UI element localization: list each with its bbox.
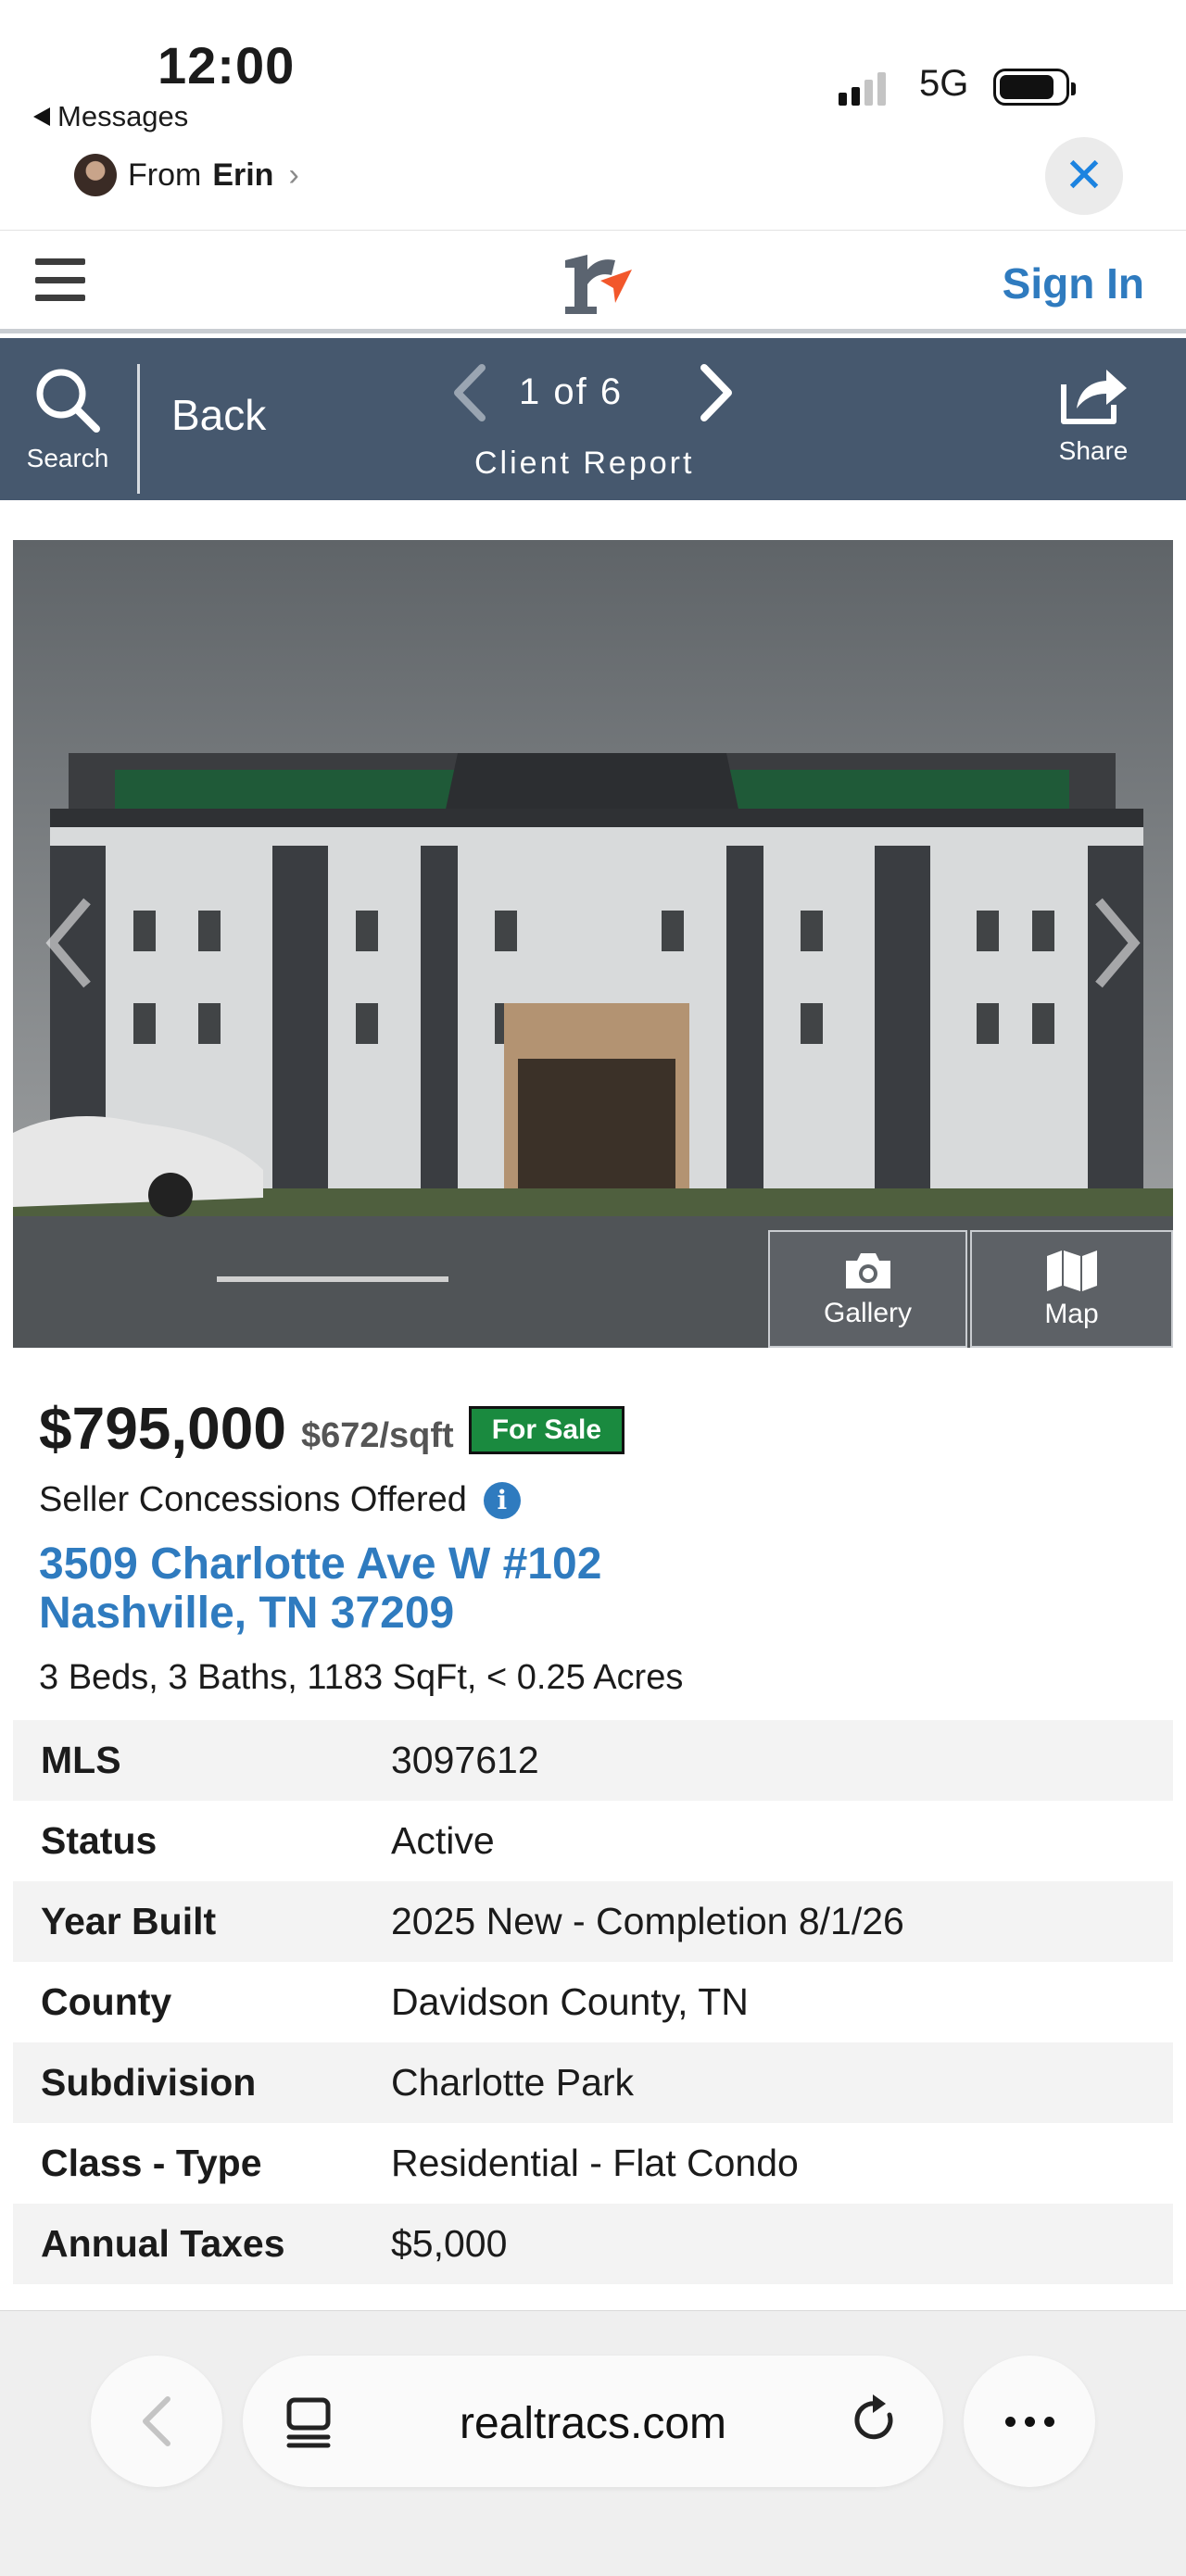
report-toolbar: Search Back 1 of 6 Client Report Share xyxy=(0,338,1186,500)
browser-toolbar: realtracs.com xyxy=(0,2310,1186,2576)
listing-photo[interactable]: Gallery Map xyxy=(13,540,1173,1348)
clock: 12:00 xyxy=(158,36,296,94)
next-arrow-icon[interactable] xyxy=(688,360,743,425)
map-label: Map xyxy=(1044,1298,1099,1329)
concessions-text: Seller Concessions Offered xyxy=(39,1480,467,1519)
detail-label: Subdivision xyxy=(41,2061,257,2104)
menu-icon[interactable] xyxy=(35,258,85,301)
table-row: Year Built 2025 New - Completion 8/1/26 xyxy=(13,1881,1173,1962)
url-text: realtracs.com xyxy=(459,2399,727,2448)
chevron-right-icon: › xyxy=(288,157,299,193)
detail-value: Davidson County, TN xyxy=(391,1980,749,2023)
search-icon xyxy=(36,369,100,433)
table-row: Class - Type Residential - Flat Condo xyxy=(13,2123,1173,2204)
photo-next-icon[interactable] xyxy=(1082,892,1147,994)
listing-address-link[interactable]: 3509 Charlotte Ave W #102 Nashville, TN … xyxy=(39,1539,601,1638)
map-button[interactable]: Map xyxy=(970,1230,1173,1348)
table-row: Annual Taxes $5,000 xyxy=(13,2204,1173,2284)
detail-value: Charlotte Park xyxy=(391,2061,635,2104)
close-button[interactable]: ✕ xyxy=(1045,137,1123,215)
detail-value: 2025 New - Completion 8/1/26 xyxy=(391,1900,904,1942)
detail-label: Status xyxy=(41,1819,158,1862)
chevron-left-icon xyxy=(143,2396,170,2446)
detail-value: Active xyxy=(391,1819,495,1862)
status-bar: 12:00 Messages From Erin › 5G ✕ xyxy=(0,0,1186,232)
from-prefix: From xyxy=(128,157,202,193)
search-button[interactable]: Search xyxy=(0,338,135,500)
detail-label: Class - Type xyxy=(41,2142,262,2184)
more-icon xyxy=(1004,2416,1016,2427)
avatar xyxy=(74,154,117,196)
sign-in-link[interactable]: Sign In xyxy=(1003,258,1144,308)
detail-value: 3097612 xyxy=(391,1739,539,1781)
share-button[interactable]: Share xyxy=(1047,360,1140,466)
building-rendering-image xyxy=(13,540,1173,1348)
more-options-button[interactable] xyxy=(964,2356,1095,2487)
detail-label: Annual Taxes xyxy=(41,2222,285,2265)
divider xyxy=(137,364,140,494)
address-line-1: 3509 Charlotte Ave W #102 xyxy=(39,1539,602,1589)
detail-label: County xyxy=(41,1980,172,2023)
from-name: Erin xyxy=(212,157,274,193)
previous-arrow-icon[interactable] xyxy=(443,360,498,425)
battery-icon xyxy=(993,69,1076,106)
listing-facts: 3 Beds, 3 Baths, 1183 SqFt, < 0.25 Acres xyxy=(39,1658,684,1697)
page-counter: 1 of 6 xyxy=(519,371,624,412)
table-row: MLS 3097612 xyxy=(13,1720,1173,1801)
shared-from-link[interactable]: From Erin › xyxy=(74,154,299,196)
info-icon[interactable]: i xyxy=(483,1481,521,1519)
search-label: Search xyxy=(26,443,109,472)
realtracs-logo[interactable] xyxy=(560,249,634,316)
address-line-2: Nashville, TN 37209 xyxy=(39,1589,455,1638)
gallery-button[interactable]: Gallery xyxy=(768,1230,967,1348)
detail-label: Year Built xyxy=(41,1900,217,1942)
cellular-signal-icon xyxy=(839,69,886,106)
back-triangle-icon xyxy=(33,107,50,126)
status-badge: For Sale xyxy=(468,1406,625,1454)
browser-back-button[interactable] xyxy=(91,2356,222,2487)
back-app-label: Messages xyxy=(57,100,189,132)
map-icon xyxy=(1046,1250,1097,1291)
price-row: $795,000 $672/sqft For Sale xyxy=(39,1399,625,1458)
seller-concessions: Seller Concessions Offered i xyxy=(39,1480,521,1520)
photo-previous-icon[interactable] xyxy=(39,892,104,994)
table-row: Status Active xyxy=(13,1801,1173,1881)
detail-label: MLS xyxy=(41,1739,121,1781)
share-icon xyxy=(1061,370,1127,424)
back-to-messages-link[interactable]: Messages xyxy=(33,100,188,133)
close-icon: ✕ xyxy=(1064,149,1104,203)
detail-value: Residential - Flat Condo xyxy=(391,2142,799,2184)
share-label: Share xyxy=(1058,436,1129,465)
table-row: County Davidson County, TN xyxy=(13,1962,1173,2042)
price-per-sqft: $672/sqft xyxy=(300,1416,454,1455)
back-button[interactable]: Back xyxy=(171,390,266,440)
details-table: MLS 3097612 Status Active Year Built 2025 N… xyxy=(13,1720,1173,2284)
address-bar[interactable]: realtracs.com xyxy=(243,2356,943,2487)
reload-icon[interactable] xyxy=(847,2393,902,2448)
network-type: 5G xyxy=(919,63,969,104)
site-header: Sign In xyxy=(0,230,1186,333)
detail-value: $5,000 xyxy=(391,2222,508,2265)
gallery-label: Gallery xyxy=(823,1297,913,1328)
listing-price: $795,000 xyxy=(39,1395,286,1462)
camera-icon xyxy=(845,1252,890,1288)
table-row: Subdivision Charlotte Park xyxy=(13,2042,1173,2123)
report-title: Client Report xyxy=(474,446,695,481)
